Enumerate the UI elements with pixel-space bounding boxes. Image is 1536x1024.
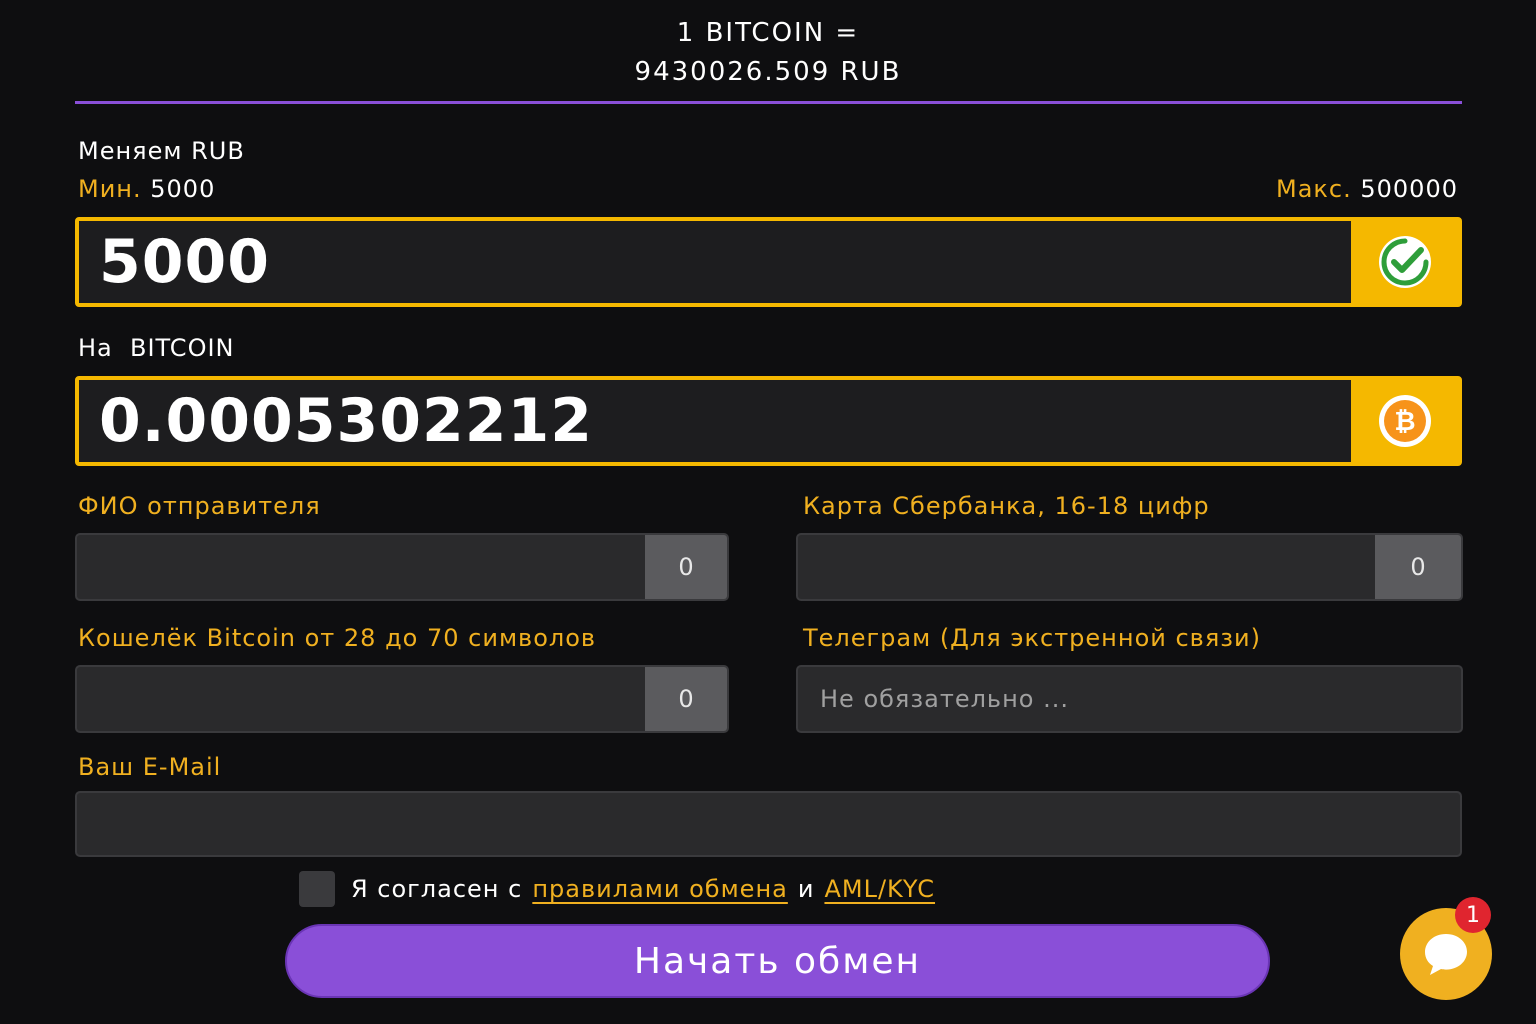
sender-name-label: ФИО отправителя	[78, 492, 321, 520]
give-max-limit: Макс. 500000	[1276, 175, 1458, 203]
give-min-limit: Мин. 5000	[78, 175, 215, 203]
agreement-conjunction: и	[797, 875, 815, 903]
email-input[interactable]	[77, 793, 1460, 855]
card-number-label: Карта Сбербанка, 16-18 цифр	[803, 492, 1210, 520]
min-value: 5000	[150, 175, 216, 203]
receive-amount-value[interactable]: 0.0005302212	[79, 380, 1351, 462]
exchange-rate-line2: 9430026.509 RUB	[634, 57, 902, 87]
agreement-row: Я согласен с правилами обмена и AML/KYC	[299, 871, 935, 907]
give-amount-value[interactable]: 5000	[79, 221, 1351, 303]
email-label: Ваш E-Mail	[78, 753, 222, 781]
exchange-rules-link[interactable]: правилами обмена	[532, 875, 788, 903]
sender-name-input-box: 0	[75, 533, 729, 601]
wallet-input[interactable]	[77, 667, 645, 731]
start-exchange-button[interactable]: Начать обмен	[285, 924, 1270, 998]
email-input-box	[75, 791, 1462, 857]
telegram-label: Телеграм (Для экстренной связи)	[803, 624, 1261, 652]
telegram-input-box	[796, 665, 1463, 733]
wallet-input-box: 0	[75, 665, 729, 733]
wallet-label: Кошелёк Bitcoin от 28 до 70 символов	[78, 624, 597, 652]
bitcoin-icon: ₿	[1378, 395, 1431, 447]
svg-text:₿: ₿	[1394, 407, 1415, 437]
header-divider	[75, 101, 1462, 104]
sender-name-input[interactable]	[77, 535, 645, 599]
receive-currency-label: На BITCOIN	[78, 334, 235, 362]
give-currency-label: Меняем RUB	[78, 137, 245, 165]
aml-kyc-link[interactable]: AML/KYC	[824, 875, 935, 903]
chat-bubble-icon	[1425, 934, 1467, 975]
check-circle-icon	[1378, 236, 1431, 288]
agreement-checkbox[interactable]	[299, 871, 335, 907]
card-number-counter: 0	[1375, 535, 1461, 599]
sender-name-counter: 0	[645, 535, 727, 599]
card-number-input[interactable]	[798, 535, 1375, 599]
exchange-page: 1 BITCOIN = 9430026.509 RUB Меняем RUB М…	[0, 0, 1536, 1024]
agreement-prefix: Я согласен с	[351, 875, 523, 903]
give-status-addon	[1351, 221, 1458, 303]
give-amount-field[interactable]: 5000	[75, 217, 1462, 307]
telegram-input[interactable]	[798, 667, 1461, 731]
max-label: Макс.	[1276, 175, 1352, 203]
card-number-input-box: 0	[796, 533, 1463, 601]
receive-currency-addon: ₿	[1351, 380, 1458, 462]
receive-amount-field[interactable]: 0.0005302212 ₿	[75, 376, 1462, 466]
wallet-counter: 0	[645, 667, 727, 731]
min-label: Мин.	[78, 175, 142, 203]
max-value: 500000	[1360, 175, 1458, 203]
chat-notification-badge: 1	[1455, 897, 1491, 933]
exchange-rate-line1: 1 BITCOIN =	[676, 18, 860, 48]
